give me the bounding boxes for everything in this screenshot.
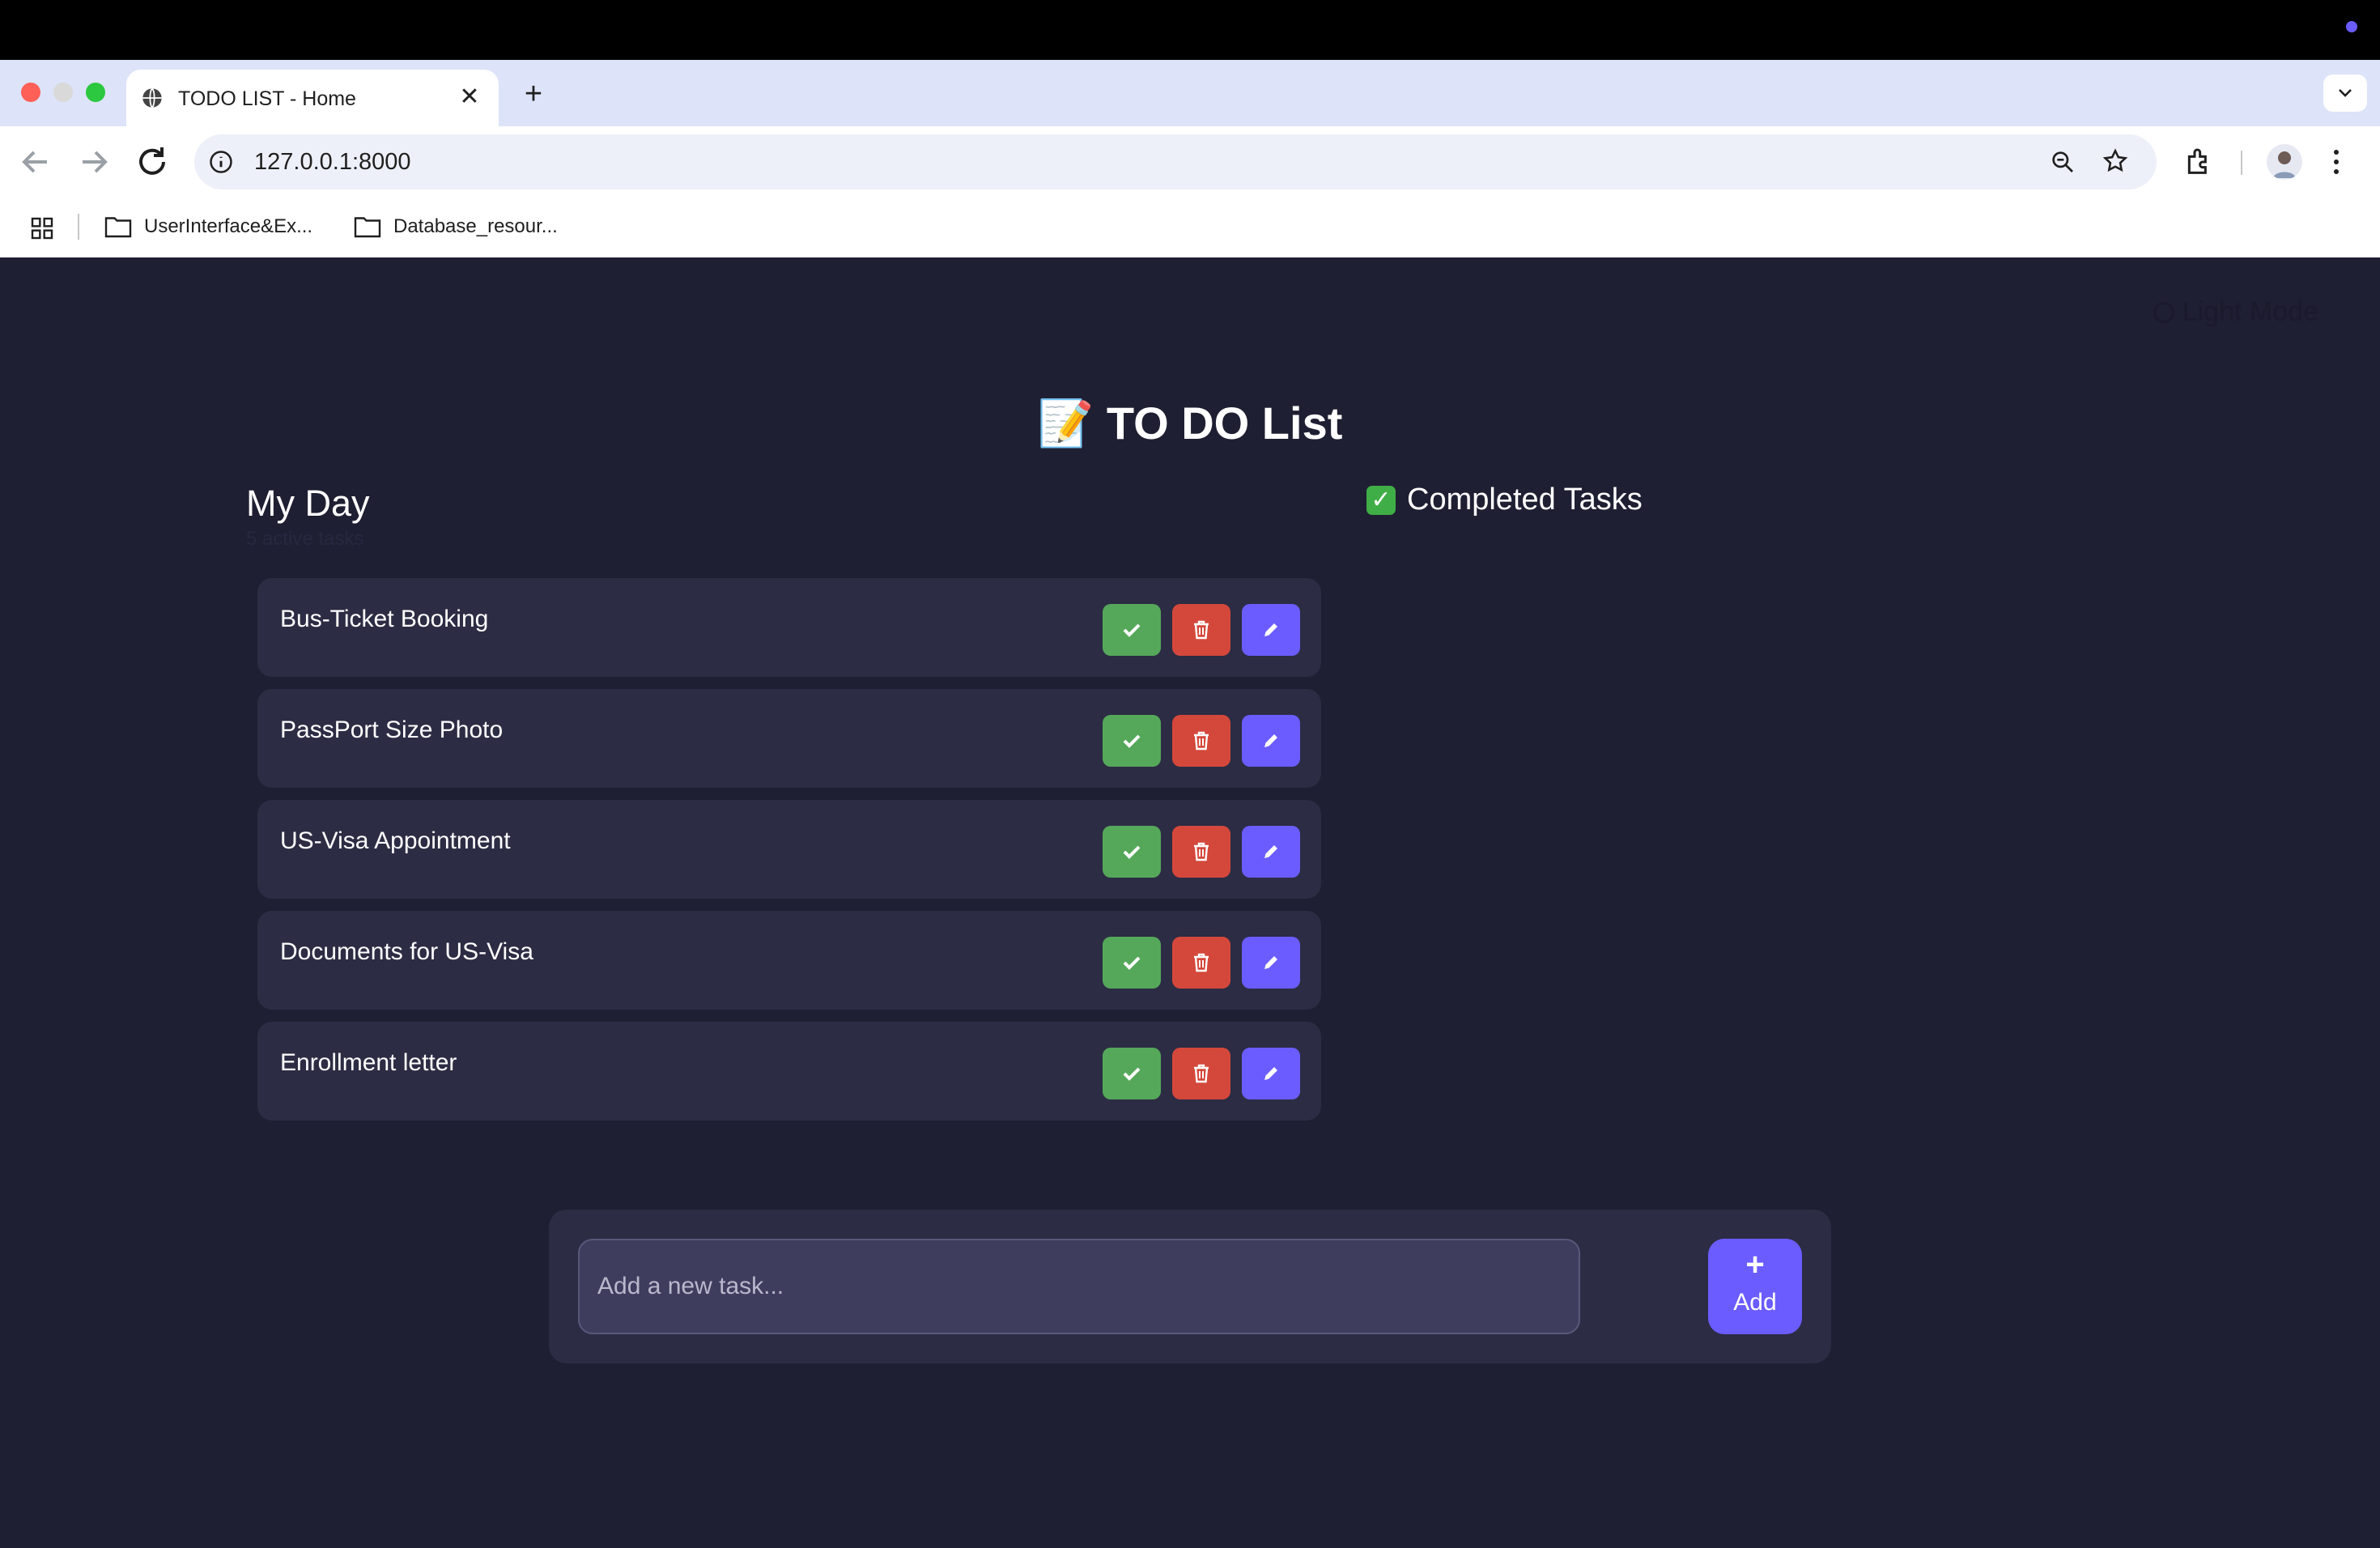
theme-toggle[interactable]: Light Mode [2153, 296, 2318, 328]
system-menu-bar [0, 0, 2380, 60]
extensions-icon[interactable] [2182, 146, 2215, 178]
profile-avatar[interactable] [2267, 144, 2302, 180]
edit-task-button[interactable] [1242, 604, 1300, 656]
more-menu-icon[interactable] [2331, 146, 2341, 178]
folder-icon [354, 217, 381, 238]
new-task-input[interactable] [578, 1239, 1580, 1334]
add-task-button[interactable]: + Add [1708, 1239, 1802, 1334]
address-bar[interactable]: 127.0.0.1:8000 [194, 134, 2157, 189]
complete-task-button[interactable] [1103, 715, 1161, 767]
new-tab-button[interactable]: + [516, 78, 550, 112]
check-icon [1123, 734, 1141, 748]
globe-icon [142, 87, 162, 108]
site-info-icon[interactable] [209, 150, 233, 174]
completed-tasks-label: Completed Tasks [1407, 483, 1643, 517]
toolbar-divider [2241, 151, 2242, 175]
delete-task-button[interactable] [1172, 715, 1230, 767]
page-title: 📝 TO DO List [1037, 398, 1343, 449]
back-arrow-icon[interactable] [16, 142, 55, 181]
complete-task-button[interactable] [1103, 604, 1161, 656]
task-text: Bus-Ticket Booking [280, 606, 489, 632]
reload-icon[interactable] [133, 142, 172, 181]
bookmarks-bar: UserInterface&Ex... Database_resour... [0, 198, 2380, 257]
browser-tab-active[interactable]: TODO LIST - Home ✕ [126, 70, 499, 126]
check-icon [1123, 845, 1141, 859]
completed-tasks-heading: ✓ Completed Tasks [1366, 483, 1643, 517]
trash-icon [1194, 842, 1209, 861]
plus-icon: + [1745, 1247, 1765, 1282]
browser-toolbar: 127.0.0.1:8000 [0, 126, 2380, 198]
pencil-icon [1264, 623, 1277, 636]
add-task-panel: + Add [549, 1210, 1831, 1363]
complete-task-button[interactable] [1103, 937, 1161, 989]
check-mark-icon: ✓ [1366, 485, 1396, 515]
task-text: Documents for US-Visa [280, 938, 533, 965]
status-dot-icon [2346, 21, 2357, 32]
bookmark-label: UserInterface&Ex... [144, 215, 313, 237]
edit-task-button[interactable] [1242, 1048, 1300, 1099]
tab-title: TODO LIST - Home [178, 87, 356, 110]
add-button-label: Add [1733, 1289, 1777, 1316]
close-window-button[interactable] [21, 83, 40, 102]
delete-task-button[interactable] [1172, 826, 1230, 878]
bookmark-folder-userinterface[interactable]: UserInterface&Ex... [104, 211, 312, 243]
my-day-heading: My Day [246, 483, 370, 524]
forward-arrow-icon[interactable] [74, 142, 113, 181]
close-tab-icon[interactable]: ✕ [453, 81, 486, 113]
pencil-icon [1264, 1067, 1277, 1080]
trash-icon [1194, 620, 1209, 640]
tab-search-button[interactable] [2323, 74, 2367, 112]
delete-task-button[interactable] [1172, 937, 1230, 989]
edit-task-button[interactable] [1242, 937, 1300, 989]
chevron-down-icon [2339, 89, 2352, 97]
task-item: Documents for US-Visa [257, 911, 1321, 1010]
task-text: US-Visa Appointment [280, 827, 511, 854]
sun-icon [2153, 301, 2174, 323]
delete-task-button[interactable] [1172, 1048, 1230, 1099]
task-text: Enrollment letter [280, 1049, 457, 1076]
minimize-window-button[interactable] [53, 83, 73, 102]
task-list: Bus-Ticket Booking PassPort Size Photo U… [257, 578, 1321, 1133]
browser-tab-strip: TODO LIST - Home ✕ + [0, 60, 2380, 126]
check-icon [1123, 1067, 1141, 1081]
edit-task-button[interactable] [1242, 826, 1300, 878]
pencil-icon [1264, 956, 1277, 969]
task-item: PassPort Size Photo [257, 689, 1321, 788]
check-icon [1123, 623, 1141, 637]
folder-icon [104, 217, 132, 238]
bookmark-star-icon[interactable] [2102, 147, 2129, 175]
bookmarks-divider [78, 214, 79, 240]
task-text: PassPort Size Photo [280, 717, 504, 743]
task-item: Enrollment letter [257, 1022, 1321, 1121]
zoom-icon[interactable] [2050, 149, 2076, 175]
apps-grid-icon[interactable] [29, 215, 55, 241]
complete-task-button[interactable] [1103, 826, 1161, 878]
task-item: Bus-Ticket Booking [257, 578, 1321, 677]
delete-task-button[interactable] [1172, 604, 1230, 656]
theme-toggle-label: Light Mode [2182, 296, 2318, 327]
edit-task-button[interactable] [1242, 715, 1300, 767]
bookmark-folder-database[interactable]: Database_resour... [353, 211, 558, 243]
trash-icon [1194, 1064, 1209, 1083]
maximize-window-button[interactable] [86, 83, 105, 102]
pencil-icon [1264, 734, 1277, 747]
pencil-icon [1264, 845, 1277, 858]
bookmark-label: Database_resour... [393, 215, 558, 237]
trash-icon [1194, 953, 1209, 972]
url-text: 127.0.0.1:8000 [254, 149, 411, 175]
my-day-subtitle: 5 active tasks [246, 528, 364, 550]
todo-page: Light Mode 📝 TO DO List My Day 5 active … [0, 257, 2380, 1548]
trash-icon [1194, 731, 1209, 751]
check-icon [1123, 956, 1141, 970]
complete-task-button[interactable] [1103, 1048, 1161, 1099]
task-item: US-Visa Appointment [257, 800, 1321, 899]
